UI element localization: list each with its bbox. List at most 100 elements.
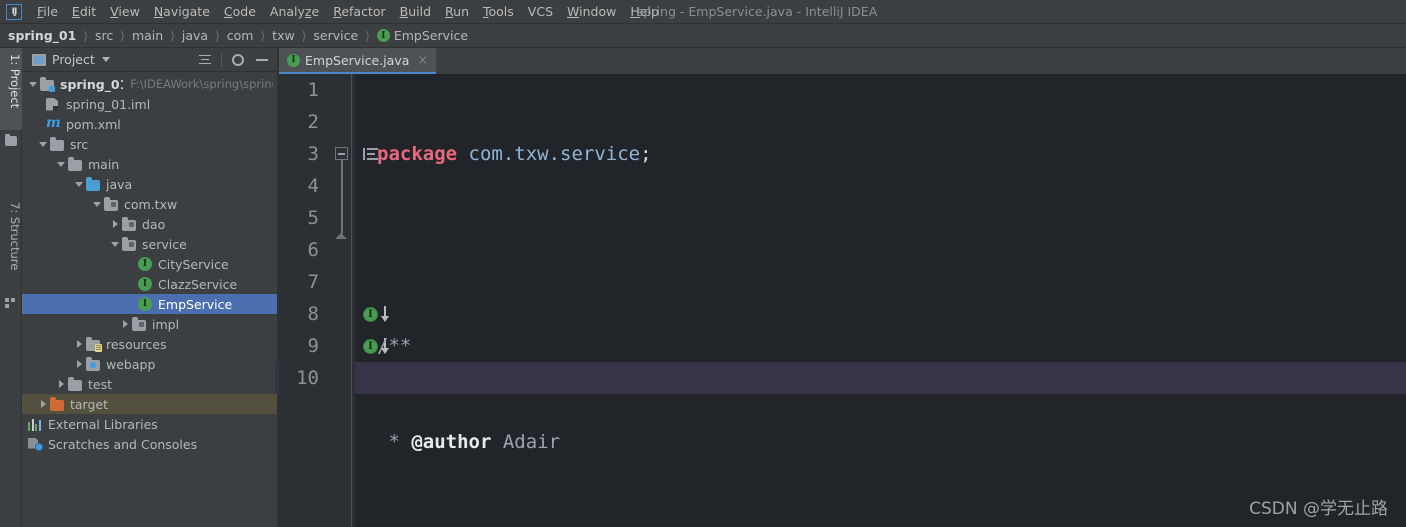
semicolon: ; [640,143,652,165]
chevron-right-icon[interactable] [38,399,48,409]
collapse-all-icon [199,54,211,66]
tree-item-clazzservice[interactable]: I ClazzService [22,274,277,294]
editor-tab-label: EmpService.java [305,52,410,68]
tree-item-resources[interactable]: resources [22,334,277,354]
settings-button[interactable] [227,50,249,70]
close-icon[interactable]: × [417,54,428,67]
iml-file-icon [46,97,61,111]
breadcrumb-item-spring01[interactable]: spring_01 [8,28,76,43]
line-number: 2 [307,111,319,133]
resources-folder-icon [86,337,102,352]
tree-item-external-libraries[interactable]: External Libraries [22,414,277,434]
chevron-right-icon[interactable] [74,339,84,349]
tree-item-target[interactable]: target [22,394,277,414]
project-panel-header: Project [22,48,277,72]
chevron-down-icon[interactable] [74,179,84,189]
scratches-icon [28,437,43,451]
gear-icon [232,53,244,66]
menu-edit[interactable]: Edit [65,2,103,21]
chevron-down-icon[interactable] [38,139,48,149]
tree-item-spring_01-iml[interactable]: spring_01.iml [22,94,277,114]
gutter-line-7: 7 [279,266,355,298]
project-panel-toolbar [194,50,273,70]
gutter-line-2: 2 [279,106,355,138]
tool-tab-structure[interactable]: 7: Structure [0,196,22,292]
tree-item-path: F:\IDEAWork\spring\spring_ [130,77,273,91]
tree-item-main[interactable]: main [22,154,277,174]
chevron-down-icon[interactable] [110,239,120,249]
code-text[interactable]: package com.txw.service; /** * @author A… [355,74,1406,527]
tree-item-label: spring_01 [60,76,124,92]
menu-file[interactable]: File [30,2,65,21]
chevron-right-icon[interactable] [110,219,120,229]
tool-tab-project[interactable]: 1: Project [0,48,22,130]
tree-item-test[interactable]: test [22,374,277,394]
breadcrumb-item-service[interactable]: service [313,28,358,43]
tree-item-label: resources [106,336,167,352]
breadcrumb-item-com[interactable]: com [227,28,254,43]
menu-refactor[interactable]: Refactor [326,2,392,21]
tree-item-java[interactable]: java [22,174,277,194]
folder-icon [68,157,83,171]
menu-view[interactable]: View [103,2,147,21]
menu-vcs[interactable]: VCS [521,2,560,21]
chevron-down-icon[interactable] [92,199,102,209]
breadcrumb-separator-icon: ⟩ [170,28,175,43]
code-editor[interactable]: 1 2 3 4 5 6 7 8 I 9 I 10 package com.txw… [275,74,1406,527]
editor-area: I EmpService.java × 1 2 3 4 5 6 7 8 I 9 … [275,48,1406,527]
hide-button[interactable] [251,50,273,70]
tree-item-label: ClazzService [158,276,238,292]
gutter-line-6: 6 [279,233,355,266]
gutter-line-8: 8 I [279,298,389,330]
chevron-right-icon[interactable] [120,319,130,329]
tree-item-src[interactable]: src [22,134,277,154]
menu-tools[interactable]: Tools [476,2,521,21]
menu-window[interactable]: Window [560,2,623,21]
editor-tab-empservice[interactable]: I EmpService.java × [279,48,437,74]
tree-item-webapp[interactable]: webapp [22,354,277,374]
chevron-right-icon[interactable] [56,379,66,389]
tree-item-scratches-and-consoles[interactable]: Scratches and Consoles [22,434,277,454]
tree-item-spring_01[interactable]: spring_01 F:\IDEAWork\spring\spring_ [22,74,277,94]
breadcrumb-item-empservice[interactable]: I EmpService [376,28,468,43]
tree-item-cityservice[interactable]: I CityService [22,254,277,274]
line-number: 7 [307,271,319,293]
menu-analyze[interactable]: Analyze [263,2,326,21]
package-name: com.txw.service [457,143,641,165]
menu-code[interactable]: Code [217,2,263,21]
tree-item-pom-xml[interactable]: m pom.xml [22,114,277,134]
fold-region-end-icon[interactable] [335,233,347,239]
menu-build[interactable]: Build [393,2,438,21]
tree-item-service[interactable]: service [22,234,277,254]
tree-item-dao[interactable]: dao [22,214,277,234]
code-line-3: /** [355,330,1406,362]
tree-item-label: main [88,156,120,172]
chevron-down-icon[interactable] [28,79,38,89]
chevron-down-icon[interactable] [56,159,66,169]
tree-item-label: webapp [106,356,156,372]
chevron-right-icon[interactable] [74,359,84,369]
breadcrumb-separator-icon: ⟩ [120,28,125,43]
collapse-all-button[interactable] [194,50,216,70]
line-number: 5 [307,207,319,229]
project-icon [32,53,46,66]
tree-item-label: pom.xml [66,116,121,132]
menu-navigate[interactable]: Navigate [147,2,217,21]
tree-item-label: CityService [158,256,229,272]
fold-collapse-icon[interactable] [335,147,348,160]
chevron-down-icon[interactable] [101,57,110,62]
breadcrumb-item-main[interactable]: main [132,28,163,43]
interface-icon: I [287,53,300,67]
breadcrumb-item-txw[interactable]: txw [272,28,295,43]
tool-tab-project-label: 1: Project [8,54,22,109]
breadcrumb-item-src[interactable]: src [95,28,113,43]
breadcrumb: spring_01 ⟩ src ⟩ main ⟩ java ⟩ com ⟩ tx… [0,24,1406,48]
breadcrumb-item-java[interactable]: java [182,28,208,43]
line-number: 6 [307,239,319,261]
tree-item-impl[interactable]: impl [22,314,277,334]
tree-item-com-txw[interactable]: com.txw [22,194,277,214]
breadcrumb-separator-icon: ⟩ [365,28,370,43]
menu-run[interactable]: Run [438,2,476,21]
tree-item-empservice[interactable]: I EmpService [22,294,277,314]
toolbar-divider [221,52,222,67]
